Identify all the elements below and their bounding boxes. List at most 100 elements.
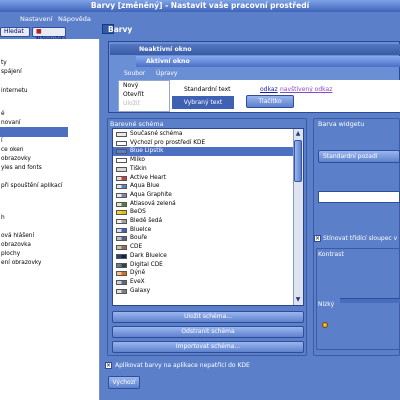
scheme-swatch-icon [116, 175, 127, 181]
scheme-list-item[interactable]: Současné schéma [113, 130, 295, 139]
widget-select[interactable]: Standardní pozadí [318, 150, 400, 163]
scheme-list-item[interactable]: Digital CDE [113, 261, 295, 270]
scheme-list-item[interactable]: Blue Lipstik [113, 147, 295, 157]
contrast-slider[interactable] [340, 298, 400, 303]
scheme-swatch-icon [116, 227, 127, 233]
preview-menu-new: Nový [123, 82, 139, 89]
window-title-bar[interactable]: Barvy [změněný] - Nastavit vaše pracovní… [0, 0, 400, 12]
scheme-label: CDE [130, 244, 143, 251]
scheme-label: Blue Lipstik [130, 148, 164, 155]
preview-inactive-window-title: Neaktivní okno [110, 44, 400, 55]
contrast-low-label: Nízký [318, 301, 335, 308]
scheme-label: Tiškin [130, 165, 147, 172]
scheme-label: Digital CDE [130, 261, 163, 268]
scheme-list-item[interactable]: Tiškin [113, 165, 295, 174]
module-tree-item[interactable]: ení obrazovky [0, 258, 100, 268]
page-title: Barvy [108, 25, 133, 34]
scheme-list-item[interactable]: Atlasová zelená [113, 200, 295, 209]
search-tab-label: Hledat [4, 28, 24, 35]
scroll-down-icon[interactable]: ▼ [294, 296, 302, 304]
scheme-label: Aqua Graphite [130, 191, 172, 198]
module-tree-item[interactable]: internetu [0, 86, 100, 96]
scheme-list-item[interactable]: Bluelce [113, 226, 295, 235]
scroll-up-icon[interactable]: ▲ [294, 130, 302, 138]
import-scheme-button[interactable]: Importovat schéma... [112, 341, 304, 353]
contrast-slider-handle[interactable] [321, 322, 328, 328]
save-scheme-button[interactable]: Uložit schéma... [112, 311, 304, 323]
scheme-swatch-icon [116, 236, 127, 242]
contrast-label: Kontrast [318, 251, 344, 258]
preview-menu-list: Nový Otevřít Uložit [118, 80, 170, 112]
scheme-label: Galaxy [130, 287, 151, 294]
scheme-swatch-icon [116, 184, 127, 190]
scheme-list-item[interactable]: Aqua Blue [113, 182, 295, 191]
preview-menu-open: Otevřít [123, 91, 144, 98]
preview-menu-file: Soubor [124, 70, 146, 77]
preview-menu-edit: Úpravy [156, 70, 178, 77]
scheme-swatch-icon [116, 201, 127, 207]
preview-active-window-title: Aktivní okno [136, 56, 400, 67]
scheme-list[interactable]: Současné schéma Výchozí pro prostředí KDE… [112, 128, 304, 306]
tab-search[interactable]: Hledat [0, 27, 30, 37]
apply-non-kde-checkbox[interactable]: × [105, 362, 112, 369]
scheme-label: Výchozí pro prostředí KDE [130, 139, 206, 146]
scheme-list-item[interactable]: Dark Bluelce [113, 252, 295, 261]
left-tab-bar: Hledat ■ Nápověda [0, 26, 100, 43]
widget-color-button[interactable] [318, 191, 400, 203]
scheme-label: EveX [130, 278, 145, 285]
menu-settings[interactable]: Nastavení [20, 15, 53, 23]
defaults-button[interactable]: Výchozí [108, 376, 140, 389]
scheme-list-item[interactable]: CDE [113, 243, 295, 252]
scheme-swatch-icon [116, 158, 127, 164]
scheme-swatch-icon [116, 149, 127, 155]
scheme-label: Dýně [130, 270, 146, 277]
scheme-label: Bouře [130, 235, 148, 242]
preview-selected-text: Vybraný text [172, 96, 234, 109]
scheme-swatch-icon [116, 140, 127, 146]
scheme-list-item[interactable]: Active Heart [113, 174, 295, 183]
scheme-label: Aqua Blue [130, 183, 160, 190]
scheme-swatch-icon [116, 219, 127, 224]
scheme-swatch-icon [116, 210, 127, 216]
module-tree[interactable]: ty spájení internetu é novaní í ce oken obrazov… [0, 39, 100, 400]
preview-link: odkaz [260, 86, 278, 93]
scheme-list-item[interactable]: Mlíko [113, 156, 295, 165]
apply-non-kde-label: Aplikovat barvy na aplikace nepatřící do… [115, 362, 250, 369]
scheme-list-item[interactable]: Galaxy [113, 287, 295, 296]
scheme-swatch-icon [116, 288, 127, 294]
scheme-list-item[interactable]: Dýně [113, 269, 295, 278]
shade-sorted-column-label: Stínovat třídící sloupec v [323, 235, 398, 242]
scheme-list-scroll-thumb[interactable] [294, 140, 302, 182]
shade-sorted-column-checkbox[interactable]: × [314, 235, 321, 242]
module-tree-item[interactable] [0, 44, 100, 54]
scheme-label: Active Heart [130, 174, 166, 181]
preview-menu-save: Uložit [123, 100, 140, 107]
scheme-swatch-icon [116, 192, 127, 198]
scheme-label: Atlasová zelená [130, 200, 176, 207]
scheme-swatch-icon [116, 166, 127, 172]
scheme-swatch-icon [116, 262, 127, 268]
scheme-label: Současné schéma [130, 131, 183, 137]
scheme-list-item[interactable]: Bouře [113, 234, 295, 243]
module-tree-item[interactable] [0, 199, 100, 209]
scheme-group-title: Barevné schéma [110, 120, 164, 128]
menu-help[interactable]: Nápověda [58, 15, 91, 23]
scheme-list-item[interactable]: BeOS [113, 208, 295, 217]
module-tree-item[interactable]: spájení [0, 67, 100, 77]
remove-scheme-button[interactable]: Odstranit schéma [112, 326, 304, 338]
tab-help[interactable]: ■ Nápověda [32, 27, 66, 43]
scheme-label: BeOS [130, 209, 146, 216]
scheme-list-item[interactable]: Aqua Graphite [113, 191, 295, 200]
scheme-swatch-icon [116, 279, 127, 285]
scheme-label: Mlíko [130, 157, 145, 164]
scheme-list-item[interactable]: Bledě šedá [113, 217, 295, 226]
widget-color-group-title: Barva widgetu [318, 120, 365, 128]
preview-menu-bar: Soubor Úpravy [118, 68, 400, 80]
preview-standard-text: Standardní text [184, 86, 231, 93]
scheme-list-item[interactable]: EveX [113, 278, 295, 287]
scheme-swatch-icon [116, 245, 127, 251]
scheme-swatch-icon [116, 271, 127, 277]
scheme-list-item[interactable]: Výchozí pro prostředí KDE [113, 139, 295, 148]
help-icon: ■ [36, 28, 42, 35]
scheme-swatch-icon [116, 253, 127, 259]
